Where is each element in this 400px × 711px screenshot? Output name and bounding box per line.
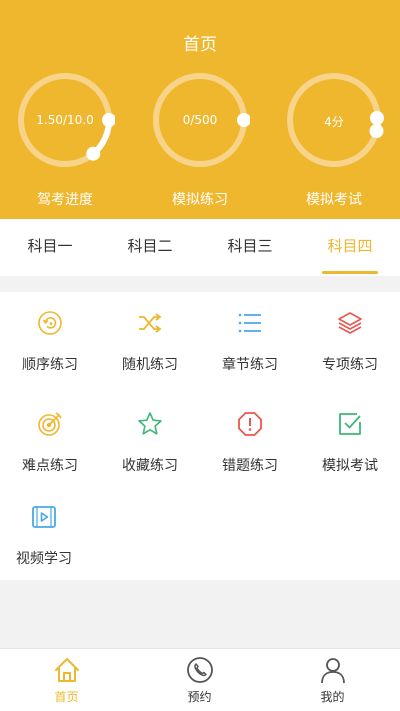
gauge-label: 驾考进度 bbox=[37, 192, 93, 208]
tabbar-item-booking[interactable]: 预约 bbox=[133, 649, 266, 711]
subject-tabs: 科目一 科目二 科目三 科目四 bbox=[0, 219, 400, 276]
random-practice-button[interactable]: 随机练习 bbox=[100, 296, 200, 386]
tab-subject-1[interactable]: 科目一 bbox=[0, 219, 100, 276]
video-learning-button[interactable]: 视频学习 bbox=[0, 490, 94, 580]
practice-grid: 顺序练习 随机练习 章节练习 专项练习 难点练习 收藏练习 错题练习 模拟考试 … bbox=[0, 292, 400, 580]
mock-exam-button[interactable]: 模拟考试 bbox=[300, 397, 400, 487]
bottom-tab-bar: 首页 预约 我的 bbox=[0, 648, 400, 711]
tab-subject-3[interactable]: 科目三 bbox=[200, 219, 300, 276]
page-title: 首页 bbox=[183, 35, 217, 55]
favorites-practice-button[interactable]: 收藏练习 bbox=[100, 397, 200, 487]
gauge-value: 1.50/10.0 bbox=[36, 113, 94, 127]
tab-subject-2[interactable]: 科目二 bbox=[100, 219, 200, 276]
header: 首页 1.50/10.0 驾考进度 0/500 模拟练习 4分 模拟考试 bbox=[0, 0, 400, 219]
gauge-label: 模拟练习 bbox=[172, 192, 228, 208]
mock-exam-gauge[interactable]: 4分 bbox=[284, 70, 384, 170]
list-icon bbox=[238, 313, 261, 333]
sequence-practice-button[interactable]: 顺序练习 bbox=[0, 296, 100, 386]
layers-icon bbox=[338, 312, 362, 334]
check-box-icon bbox=[339, 413, 361, 435]
grid-item-label: 章节练习 bbox=[222, 357, 278, 373]
grid-item-label: 顺序练习 bbox=[22, 357, 78, 373]
video-icon bbox=[32, 506, 56, 528]
sequence-icon bbox=[38, 311, 62, 335]
grid-item-label: 视频学习 bbox=[16, 551, 72, 567]
error-icon bbox=[238, 412, 262, 436]
grid-item-label: 专项练习 bbox=[322, 357, 378, 373]
driving-progress-gauge[interactable]: 1.50/10.0 bbox=[15, 70, 115, 170]
gauge-value: 4分 bbox=[324, 115, 344, 129]
difficult-practice-button[interactable]: 难点练习 bbox=[0, 397, 100, 487]
target-icon bbox=[38, 412, 62, 436]
phone-icon bbox=[187, 657, 213, 683]
active-tab-indicator bbox=[322, 271, 378, 274]
wrong-questions-practice-button[interactable]: 错题练习 bbox=[200, 397, 300, 487]
grid-item-label: 收藏练习 bbox=[122, 458, 178, 474]
tab-subject-4[interactable]: 科目四 bbox=[300, 219, 400, 276]
grid-item-label: 难点练习 bbox=[22, 458, 78, 474]
star-icon bbox=[138, 412, 162, 435]
user-icon bbox=[321, 658, 345, 684]
grid-item-label: 模拟考试 bbox=[322, 458, 378, 474]
tabbar-label: 我的 bbox=[320, 690, 345, 704]
home-icon bbox=[55, 658, 79, 682]
grid-item-label: 随机练习 bbox=[122, 357, 178, 373]
gauge-value: 0/500 bbox=[182, 113, 218, 127]
tabbar-label: 首页 bbox=[54, 690, 79, 704]
shuffle-icon bbox=[139, 313, 162, 333]
tabbar-item-home[interactable]: 首页 bbox=[0, 649, 133, 711]
tabbar-label: 预约 bbox=[187, 690, 212, 704]
special-practice-button[interactable]: 专项练习 bbox=[300, 296, 400, 386]
gauge-label: 模拟考试 bbox=[306, 192, 362, 208]
mock-practice-gauge[interactable]: 0/500 bbox=[150, 70, 250, 170]
grid-item-label: 错题练习 bbox=[222, 458, 278, 474]
chapter-practice-button[interactable]: 章节练习 bbox=[200, 296, 300, 386]
tabbar-item-profile[interactable]: 我的 bbox=[266, 649, 399, 711]
